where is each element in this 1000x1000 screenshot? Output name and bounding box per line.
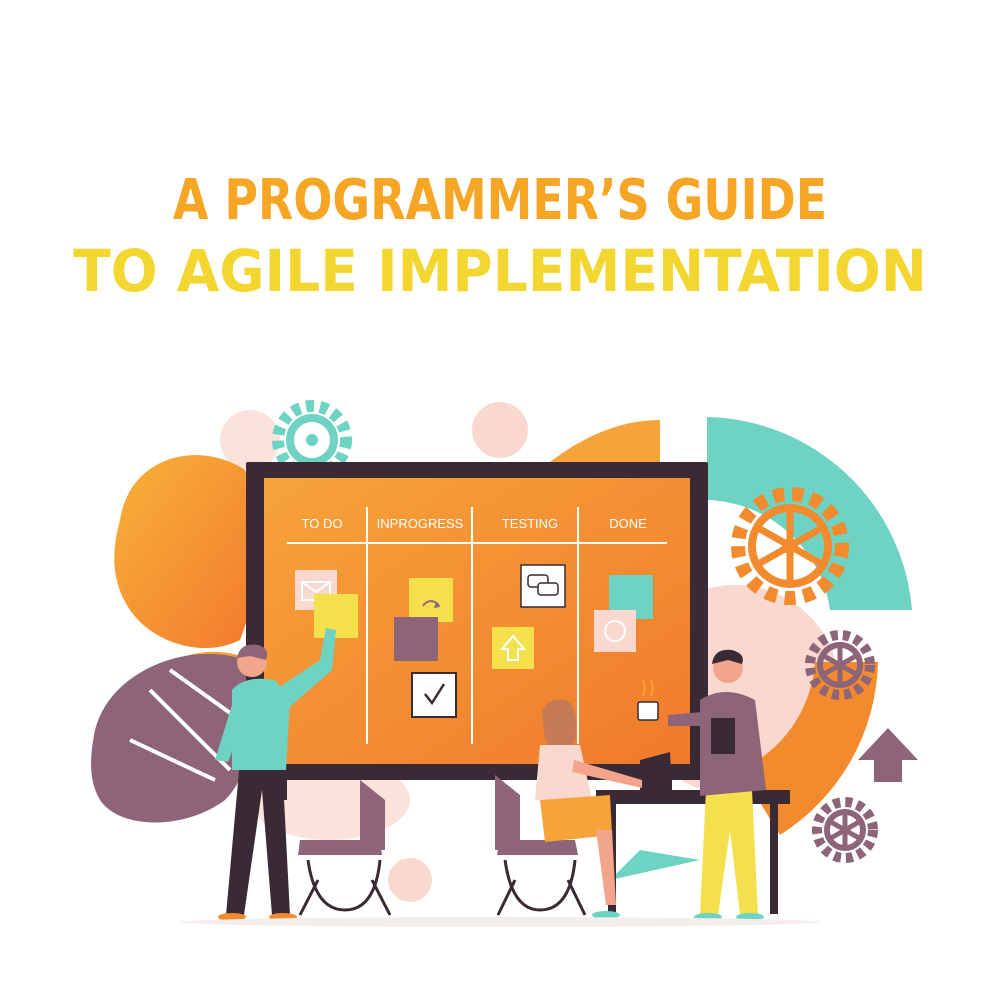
- sticky-note-arrow-up: [492, 627, 534, 669]
- chair-left: [298, 859, 392, 916]
- column-header-inprogress: INPROGRESS: [377, 516, 464, 531]
- tablet-icon: [711, 718, 735, 754]
- sticky-note-check: [411, 672, 457, 718]
- chair-right: [496, 859, 587, 916]
- sticky-note-chat: [520, 564, 566, 608]
- sticky-note-plum: [394, 617, 438, 661]
- gear-icon: [812, 797, 878, 863]
- sticky-note-inprogress: [409, 578, 453, 622]
- column-header-todo: TO DO: [302, 516, 343, 531]
- arrow-up-icon: [858, 728, 918, 782]
- column-header-done: DONE: [609, 516, 647, 531]
- ground-shadow: [180, 917, 820, 927]
- column-header-testing: TESTING: [502, 516, 558, 531]
- sticky-note-yellow: [314, 594, 358, 638]
- agile-illustration: TO DO INPROGRESS TESTING DONE: [91, 400, 918, 927]
- sticky-note-target: [594, 610, 636, 652]
- chair-right-back: [495, 775, 520, 850]
